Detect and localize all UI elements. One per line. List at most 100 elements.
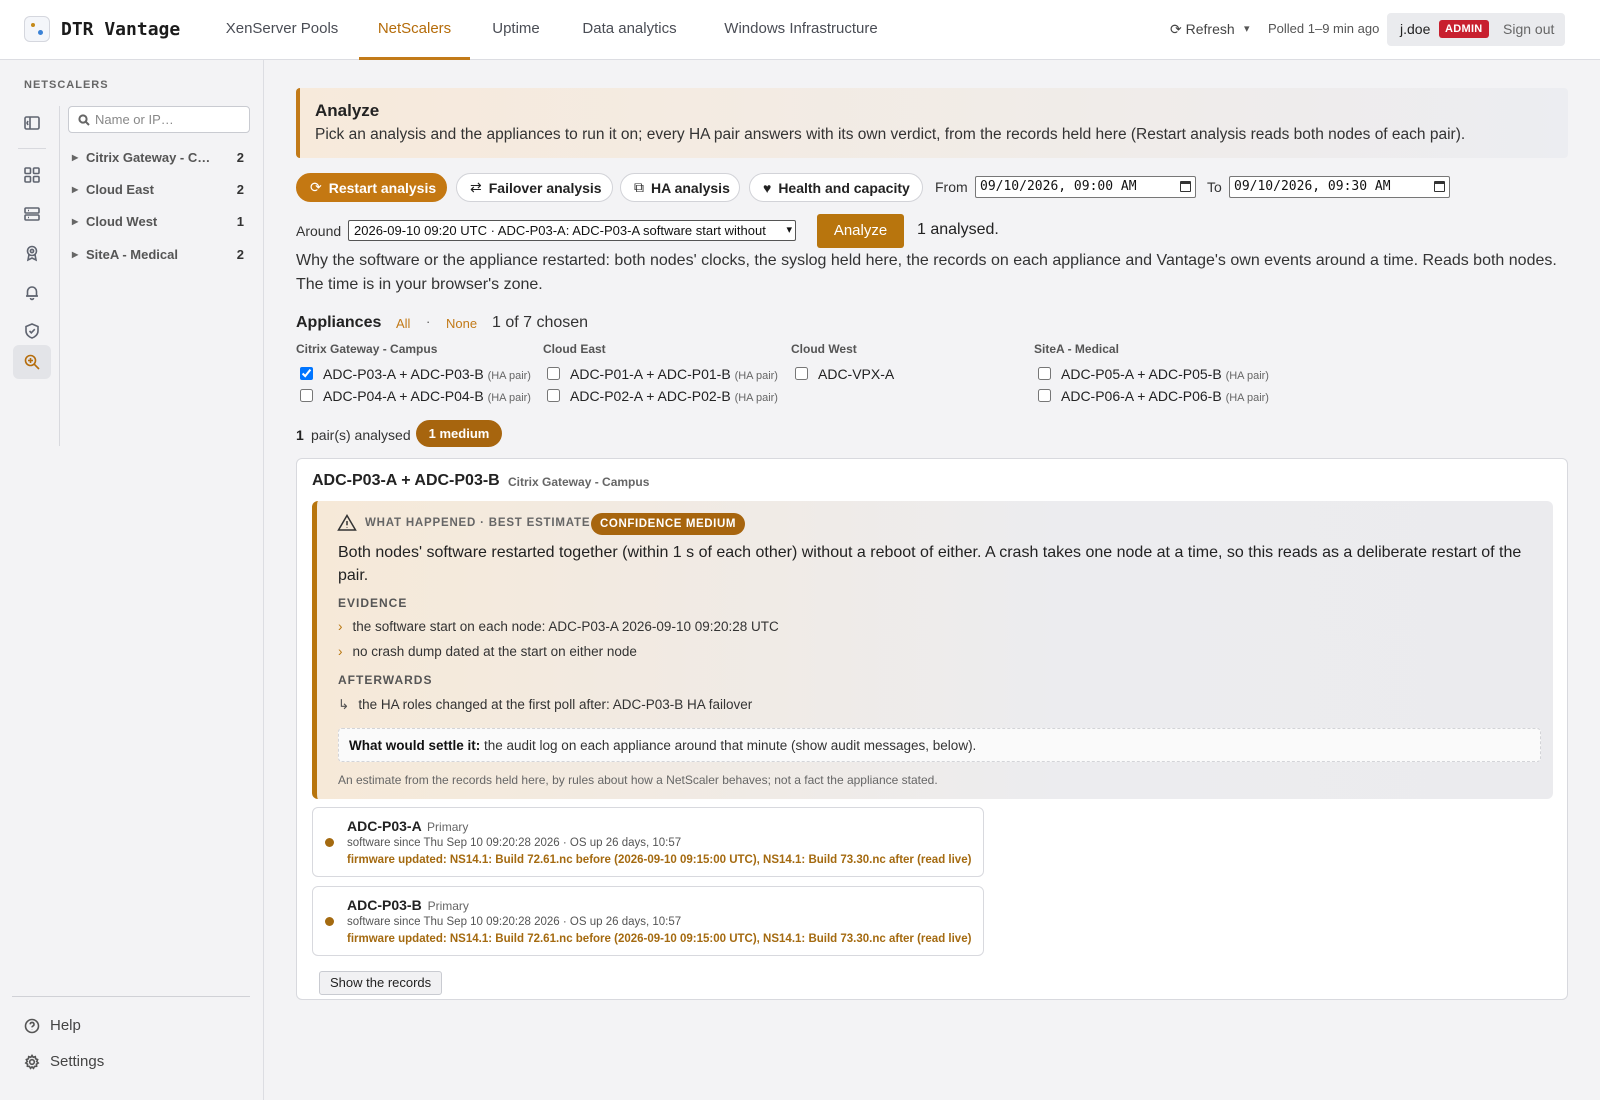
banner-text: Pick an analysis and the appliances to r… — [315, 126, 1466, 143]
swap-icon: ⇄ — [470, 179, 482, 195]
estimate-note: An estimate from the records held here, … — [338, 773, 938, 787]
health-capacity-button[interactable]: ♥ Health and capacity — [749, 173, 923, 202]
chevron-right-icon: › — [338, 619, 343, 634]
evidence-item: › the software start on each node: ADC-P0… — [338, 619, 779, 634]
analysis-description: Why the software or the appliance restar… — [296, 252, 1557, 293]
settle-label: What would settle it: — [349, 738, 481, 753]
warning-icon — [337, 513, 357, 533]
verdict-statement: Both nodes' software restarted together … — [338, 544, 1522, 584]
appliance-checkbox[interactable] — [1038, 389, 1051, 402]
restart-analysis-button[interactable]: ⟳ Restart analysis — [296, 173, 447, 202]
server-icon[interactable] — [13, 197, 51, 231]
return-arrow-icon: ↳ — [338, 697, 350, 712]
pair-group: Citrix Gateway - Campus — [508, 475, 650, 489]
user-box: j.doe ADMIN Sign out — [1387, 13, 1565, 46]
expand-triangle-icon: ▶ — [72, 153, 79, 162]
analyze-banner: Analyze Pick an analysis and the applian… — [296, 88, 1568, 158]
to-label: To — [1207, 179, 1222, 195]
to-datetime-input[interactable]: 09/10/2026, 09:30 AM — [1229, 176, 1450, 198]
sidebar-group-citrix-gateway[interactable]: ▶ Citrix Gateway - Campus 2 — [72, 150, 244, 170]
group-count: 2 — [236, 150, 244, 165]
evidence-item: › no crash dump dated at the start on eit… — [338, 644, 637, 659]
gear-icon — [24, 1054, 40, 1070]
tab-windows-infrastructure[interactable]: Windows Infrastructure — [712, 0, 890, 60]
select-all-link[interactable]: All — [396, 316, 410, 331]
ha-pair-tag: (HA pair) — [734, 370, 778, 382]
appliance-checkbox[interactable] — [1038, 367, 1051, 380]
main-content: Analyze Pick an analysis and the applian… — [264, 60, 1600, 1100]
ha-analysis-button[interactable]: ⧉ HA analysis — [620, 173, 740, 202]
chevron-down-icon: ▾ — [784, 223, 792, 236]
refresh-button[interactable]: ⟳ Refresh — [1170, 21, 1235, 38]
appliances-title: Appliances — [296, 314, 382, 331]
top-header: DTR Vantage XenServer Pools NetScalers U… — [0, 0, 1600, 60]
pair-title: ADC-P03-A + ADC-P03-B — [312, 472, 500, 489]
appliance-checkbox[interactable] — [300, 389, 313, 402]
appliance-name: ADC-VPX-A — [818, 366, 895, 382]
analyze-button[interactable]: Analyze — [817, 214, 904, 248]
tab-netscalers[interactable]: NetScalers — [359, 0, 470, 60]
around-select[interactable]: 2026-09-10 09:20 UTC · ADC-P03-A: ADC-P0… — [348, 220, 796, 241]
appliance-name: ADC-P06-A + ADC-P06-B — [1061, 388, 1222, 404]
settle-text: the audit log on each appliance around t… — [480, 738, 977, 753]
node-since: software since Thu Sep 10 09:20:28 2026 … — [347, 837, 682, 849]
collapse-sidebar-icon[interactable] — [13, 106, 51, 140]
heart-icon: ♥ — [763, 179, 772, 196]
tab-uptime[interactable]: Uptime — [484, 0, 548, 60]
sidebar-group-cloud-west[interactable]: ▶ Cloud West 1 — [72, 214, 244, 234]
afterwards-text: the HA roles changed at the first poll a… — [358, 697, 753, 712]
dashboard-icon[interactable] — [13, 158, 51, 192]
tab-xenserver-pools[interactable]: XenServer Pools — [213, 0, 351, 60]
from-datetime-input[interactable]: 09/10/2026, 09:00 AM — [975, 176, 1196, 198]
node-name: ADC-P03-B Primary — [347, 897, 469, 913]
calendar-icon[interactable] — [1180, 181, 1191, 192]
sidebar-group-cloud-east[interactable]: ▶ Cloud East 2 — [72, 182, 244, 202]
around-label: Around — [296, 223, 342, 239]
pill-label: HA analysis — [651, 179, 730, 196]
appliance-checkbox[interactable] — [547, 367, 560, 380]
select-none-link[interactable]: None — [446, 316, 477, 331]
pill-label: Health and capacity — [778, 179, 910, 196]
around-value: 2026-09-10 09:20 UTC · ADC-P03-A: ADC-P0… — [354, 223, 766, 238]
chosen-count: 1 of 7 chosen — [492, 314, 589, 331]
node-role: Primary — [427, 899, 469, 913]
ha-pair-tag: (HA pair) — [1225, 392, 1269, 404]
copy-icon: ⧉ — [634, 179, 644, 195]
refresh-menu-caret[interactable]: ▾ — [1244, 22, 1250, 35]
appliance-name: ADC-P05-A + ADC-P05-B — [1061, 366, 1222, 382]
role-badge: ADMIN — [1439, 20, 1489, 38]
failover-analysis-button[interactable]: ⇄ Failover analysis — [456, 173, 613, 202]
node-firmware: firmware updated: NS14.1: Build 72.61.nc… — [347, 854, 972, 866]
analysed-status: 1 analysed. — [917, 221, 999, 238]
afterwards-heading: AFTERWARDS — [338, 673, 433, 687]
from-label: From — [935, 179, 968, 195]
search-icon — [78, 114, 90, 126]
bell-icon[interactable] — [13, 275, 51, 309]
sign-out-link[interactable]: Sign out — [1503, 21, 1554, 37]
calendar-icon[interactable] — [1434, 181, 1445, 192]
appliance-name: ADC-P02-A + ADC-P02-B — [570, 388, 731, 404]
pair-result-card: ADC-P03-A + ADC-P03-B Citrix Gateway - C… — [296, 458, 1568, 1000]
pill-label: Restart analysis — [328, 179, 437, 196]
appliance-checkbox[interactable] — [795, 367, 808, 380]
analyze-icon[interactable] — [13, 345, 51, 379]
appliance-checkbox[interactable] — [300, 367, 313, 380]
node-card: ADC-P03-B Primary software since Thu Sep… — [312, 886, 984, 956]
chevron-right-icon: › — [338, 644, 343, 659]
tab-data-analytics[interactable]: Data analytics — [576, 0, 683, 60]
expand-triangle-icon: ▶ — [72, 185, 79, 194]
ha-pair-tag: (HA pair) — [487, 370, 531, 382]
appliance-name: ADC-P04-A + ADC-P04-B — [323, 388, 484, 404]
restart-icon: ⟳ — [310, 179, 322, 195]
sidebar: NETSCALERS ▶ Citrix Gateway - Campus 2 ▶… — [0, 60, 264, 1100]
search-input[interactable] — [95, 110, 245, 129]
certificate-icon[interactable] — [13, 236, 51, 270]
appliance-checkbox[interactable] — [547, 389, 560, 402]
show-records-button[interactable]: Show the records — [319, 971, 443, 995]
sidebar-group-sitea-medical[interactable]: ▶ SiteA - Medical 2 — [72, 247, 244, 267]
group-name: Citrix Gateway - Campus — [86, 150, 216, 165]
shield-icon[interactable] — [13, 314, 51, 348]
group-count: 2 — [236, 247, 244, 262]
appliance-search[interactable] — [68, 106, 250, 133]
group-name: Cloud East — [86, 182, 154, 197]
